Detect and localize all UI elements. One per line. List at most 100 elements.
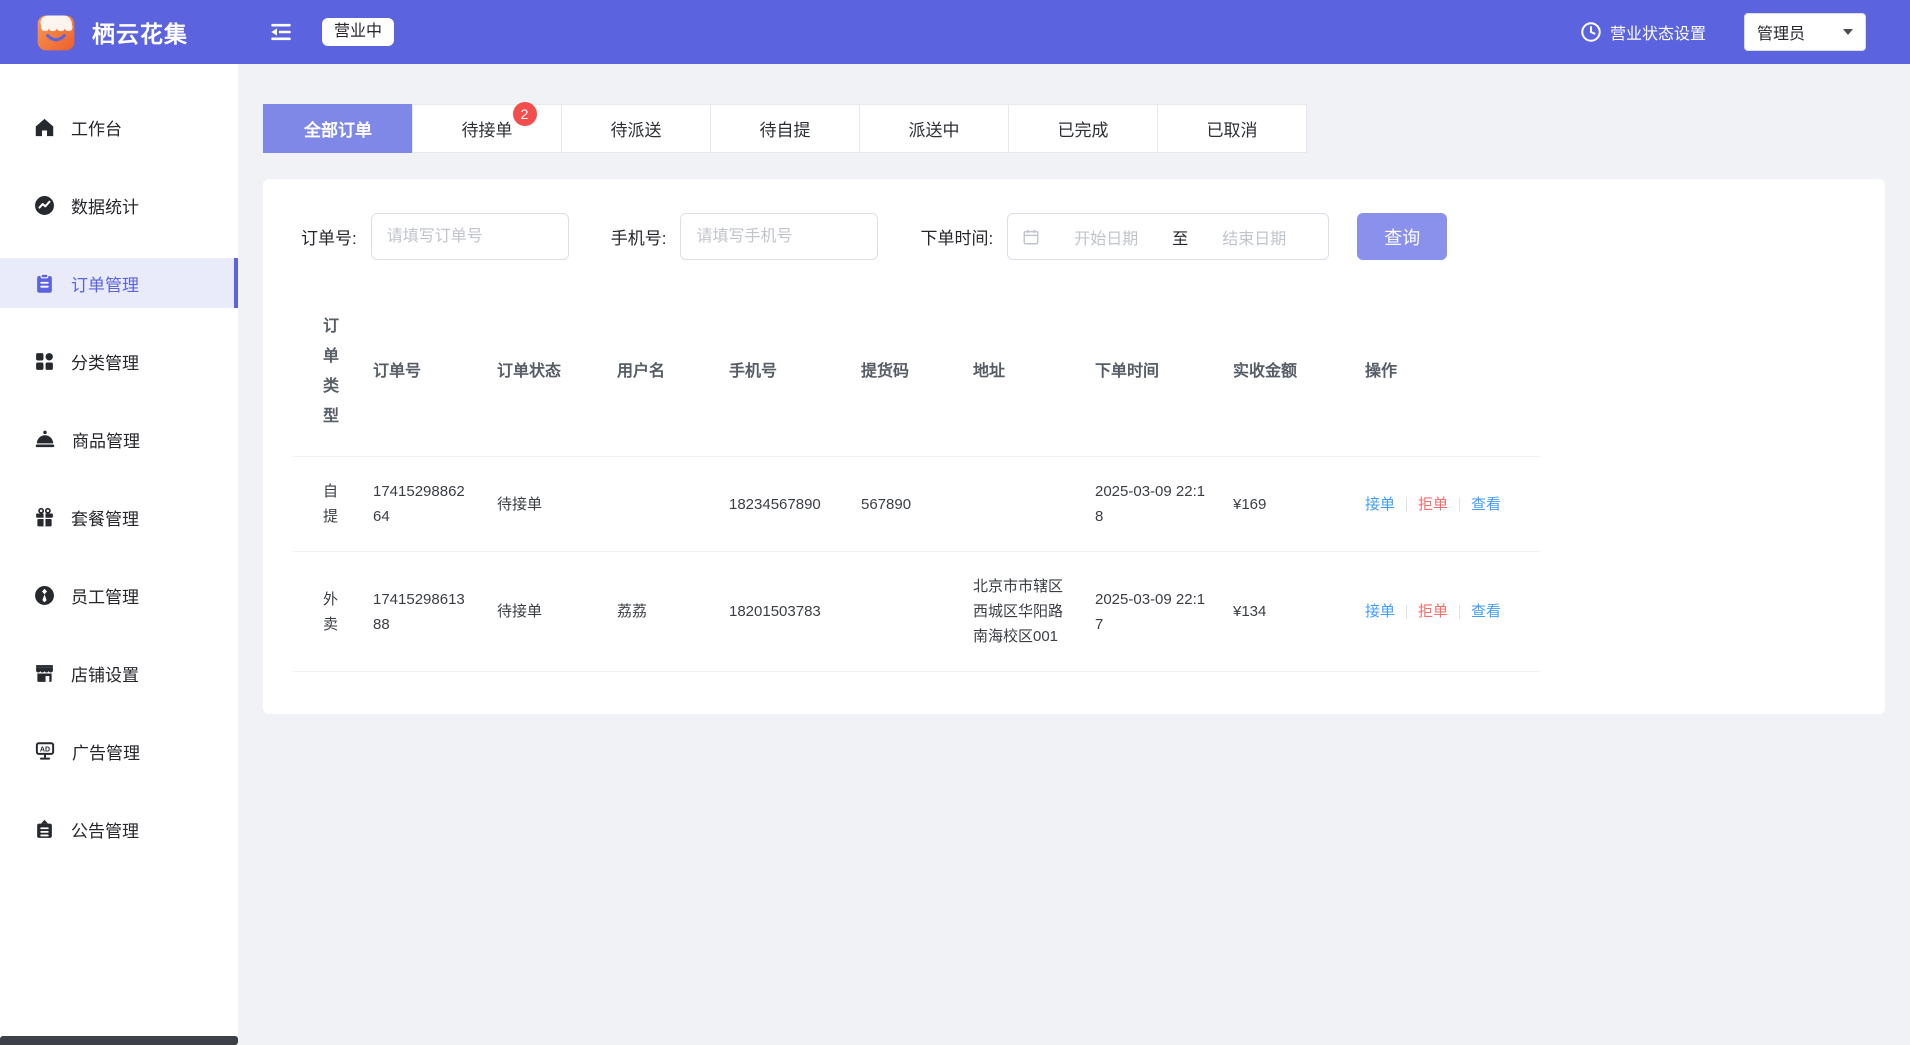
table-row: 外卖 1741529861388 待接单 荔荔 18201503783 北京市市…	[293, 552, 1540, 672]
svg-text:AD: AD	[40, 746, 50, 753]
user-name: 管理员	[1757, 20, 1805, 44]
sidebar: 工作台 数据统计 订单管理	[0, 64, 238, 1045]
cell-order-status: 待接单	[497, 457, 617, 552]
sidebar-item-label: 广告管理	[72, 739, 140, 764]
cell-pickup-code: 567890	[861, 457, 973, 552]
chart-icon	[34, 195, 55, 216]
tab-pending-accept[interactable]: 待接单 2	[412, 104, 562, 153]
col-order-time: 下单时间	[1095, 288, 1233, 457]
col-address: 地址	[973, 288, 1095, 457]
staff-icon	[34, 585, 55, 606]
sidebar-item-label: 数据统计	[71, 193, 139, 218]
sidebar-item-categories[interactable]: 分类管理	[0, 336, 238, 386]
cell-address	[973, 457, 1095, 552]
col-order-no: 订单号	[373, 288, 497, 457]
sidebar-item-label: 店铺设置	[71, 661, 139, 686]
business-status-setting[interactable]: 营业状态设置	[1580, 20, 1706, 44]
cell-actions: 接单 拒单 查看	[1365, 552, 1540, 672]
col-order-status: 订单状态	[497, 288, 617, 457]
start-date-placeholder[interactable]: 开始日期	[1046, 225, 1166, 249]
cell-order-status: 待接单	[497, 552, 617, 672]
calendar-icon	[1022, 228, 1040, 246]
cell-order-no: 1741529861388	[373, 552, 497, 672]
cell-user	[617, 457, 729, 552]
dish-icon	[34, 428, 56, 450]
sidebar-item-label: 套餐管理	[71, 505, 139, 530]
table-header-row: 订单类型 订单号 订单状态 用户名 手机号 提货码 地址 下单时间 实收金额 操…	[293, 288, 1540, 457]
col-user: 用户名	[617, 288, 729, 457]
tab-label: 待派送	[611, 116, 662, 141]
cell-order-type: 外卖	[293, 552, 373, 672]
accept-order-link[interactable]: 接单	[1365, 496, 1395, 513]
tab-label: 派送中	[909, 116, 960, 141]
reject-order-link[interactable]: 拒单	[1418, 603, 1448, 620]
col-pickup-code: 提货码	[861, 288, 973, 457]
cell-phone: 18234567890	[729, 457, 861, 552]
menu-fold-icon[interactable]	[266, 17, 296, 47]
sidebar-item-notices[interactable]: 公告管理	[0, 804, 238, 854]
sidebar-item-label: 员工管理	[71, 583, 139, 608]
search-button[interactable]: 查询	[1357, 213, 1447, 260]
user-dropdown[interactable]: 管理员	[1744, 13, 1866, 51]
order-icon	[34, 273, 55, 294]
cell-actions: 接单 拒单 查看	[1365, 457, 1540, 552]
reject-order-link[interactable]: 拒单	[1418, 496, 1448, 513]
tab-delivering[interactable]: 派送中	[859, 104, 1009, 153]
sidebar-item-staff[interactable]: 员工管理	[0, 570, 238, 620]
combo-icon	[34, 507, 55, 528]
cell-order-type: 自提	[293, 457, 373, 552]
brand-title: 栖云花集	[92, 15, 188, 49]
tab-label: 全部订单	[304, 116, 372, 141]
tab-label: 待自提	[760, 116, 811, 141]
pending-count-badge: 2	[513, 102, 537, 126]
cell-address: 北京市市辖区西城区华阳路南海校区001	[973, 552, 1095, 672]
sidebar-item-orders[interactable]: 订单管理	[0, 258, 238, 308]
main-content: 全部订单 待接单 2 待派送 待自提 派送中 已	[238, 64, 1910, 1045]
tab-label: 待接单	[462, 121, 513, 140]
sidebar-item-ads[interactable]: AD 广告管理	[0, 726, 238, 776]
tab-label: 已取消	[1207, 116, 1258, 141]
home-icon	[34, 117, 55, 138]
cell-order-time: 2025-03-09 22:17	[1095, 552, 1233, 672]
tab-completed[interactable]: 已完成	[1008, 104, 1158, 153]
sidebar-item-combos[interactable]: 套餐管理	[0, 492, 238, 542]
sidebar-item-shop-settings[interactable]: 店铺设置	[0, 648, 238, 698]
col-order-type: 订单类型	[293, 288, 373, 457]
accept-order-link[interactable]: 接单	[1365, 603, 1395, 620]
orders-card: 订单号: 手机号: 下单时间: 开始日期	[263, 179, 1885, 714]
chevron-down-icon	[1843, 29, 1853, 35]
cell-amount: ¥169	[1233, 457, 1365, 552]
sidebar-item-workbench[interactable]: 工作台	[0, 102, 238, 152]
date-range-picker[interactable]: 开始日期 至 结束日期	[1007, 213, 1329, 260]
col-phone: 手机号	[729, 288, 861, 457]
view-order-link[interactable]: 查看	[1471, 603, 1501, 620]
table-row: 自提 1741529886264 待接单 18234567890 567890 …	[293, 457, 1540, 552]
sidebar-item-statistics[interactable]: 数据统计	[0, 180, 238, 230]
cell-phone: 18201503783	[729, 552, 861, 672]
ad-icon: AD	[34, 740, 56, 762]
order-no-input[interactable]	[371, 213, 569, 260]
sidebar-item-label: 订单管理	[71, 271, 139, 296]
phone-input[interactable]	[680, 213, 878, 260]
view-order-link[interactable]: 查看	[1471, 496, 1501, 513]
shop-logo-icon	[34, 10, 78, 54]
sidebar-item-label: 工作台	[71, 115, 122, 140]
cell-order-no: 1741529886264	[373, 457, 497, 552]
tab-pending-delivery[interactable]: 待派送	[561, 104, 711, 153]
sidebar-item-label: 商品管理	[72, 427, 140, 452]
cell-order-time: 2025-03-09 22:18	[1095, 457, 1233, 552]
end-date-placeholder[interactable]: 结束日期	[1194, 225, 1314, 249]
tab-all-orders[interactable]: 全部订单	[263, 104, 413, 153]
tab-pending-pickup[interactable]: 待自提	[710, 104, 860, 153]
category-icon	[34, 351, 55, 372]
sidebar-item-label: 分类管理	[71, 349, 139, 374]
business-status-badge: 营业中	[322, 18, 394, 46]
clock-icon	[1580, 21, 1602, 43]
filter-bar: 订单号: 手机号: 下单时间: 开始日期	[293, 213, 1855, 260]
tab-cancelled[interactable]: 已取消	[1157, 104, 1307, 153]
cell-amount: ¥134	[1233, 552, 1365, 672]
order-status-tabs: 全部订单 待接单 2 待派送 待自提 派送中 已	[263, 104, 1307, 153]
sidebar-item-products[interactable]: 商品管理	[0, 414, 238, 464]
col-amount: 实收金额	[1233, 288, 1365, 457]
cell-pickup-code	[861, 552, 973, 672]
